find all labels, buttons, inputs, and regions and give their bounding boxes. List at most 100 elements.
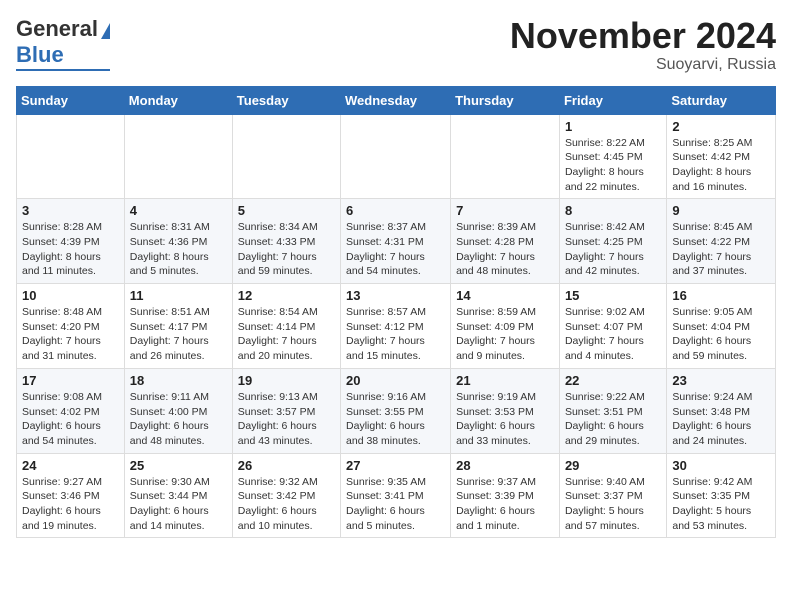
day-number: 28	[456, 458, 554, 473]
day-number: 20	[346, 373, 445, 388]
calendar-cell	[451, 114, 560, 199]
calendar-cell: 30 Sunrise: 9:42 AMSunset: 3:35 PMDayligh…	[667, 453, 776, 538]
cell-info: Sunrise: 9:35 AMSunset: 3:41 PMDaylight:…	[346, 475, 445, 534]
cell-info: Sunrise: 8:57 AMSunset: 4:12 PMDaylight:…	[346, 305, 445, 364]
cell-info: Sunrise: 8:48 AMSunset: 4:20 PMDaylight:…	[22, 305, 119, 364]
calendar-week-row: 17Sunrise: 9:08 AMSunset: 4:02 PMDayligh…	[17, 368, 776, 453]
calendar-cell: 26 Sunrise: 9:32 AMSunset: 3:42 PMDayligh…	[232, 453, 340, 538]
logo: General Blue	[16, 16, 110, 71]
calendar-subtitle: Suoyarvi, Russia	[510, 56, 776, 74]
cell-info: Sunrise: 9:27 AMSunset: 3:46 PMDaylight:…	[22, 475, 119, 534]
title-section: November 2024 Suoyarvi, Russia	[510, 16, 776, 74]
weekday-header-tuesday: Tuesday	[232, 86, 340, 114]
cell-info: Sunrise: 8:39 AMSunset: 4:28 PMDaylight:…	[456, 220, 554, 279]
day-number: 27	[346, 458, 445, 473]
day-number: 23	[672, 373, 770, 388]
cell-info: Sunrise: 9:02 AMSunset: 4:07 PMDaylight:…	[565, 305, 661, 364]
calendar-cell: 20 Sunrise: 9:16 AMSunset: 3:55 PMDayligh…	[341, 368, 451, 453]
day-number: 3	[22, 203, 119, 218]
calendar-cell: 9 Sunrise: 8:45 AMSunset: 4:22 PMDaylight…	[667, 199, 776, 284]
day-number: 7	[456, 203, 554, 218]
weekday-header-saturday: Saturday	[667, 86, 776, 114]
cell-info: Sunrise: 9:30 AMSunset: 3:44 PMDaylight:…	[130, 475, 227, 534]
day-number: 6	[346, 203, 445, 218]
cell-info: Sunrise: 8:59 AMSunset: 4:09 PMDaylight:…	[456, 305, 554, 364]
calendar-cell: 10 Sunrise: 8:48 AMSunset: 4:20 PMDayligh…	[17, 284, 125, 369]
calendar-week-row: 1Sunrise: 8:22 AMSunset: 4:45 PMDaylight…	[17, 114, 776, 199]
calendar-title: November 2024	[510, 16, 776, 56]
calendar-cell: 17Sunrise: 9:08 AMSunset: 4:02 PMDayligh…	[17, 368, 125, 453]
weekday-header-thursday: Thursday	[451, 86, 560, 114]
calendar-cell: 25 Sunrise: 9:30 AMSunset: 3:44 PMDayligh…	[124, 453, 232, 538]
cell-info: Sunrise: 9:05 AMSunset: 4:04 PMDaylight:…	[672, 305, 770, 364]
day-number: 17	[22, 373, 119, 388]
day-number: 14	[456, 288, 554, 303]
cell-info: Sunrise: 8:34 AMSunset: 4:33 PMDaylight:…	[238, 220, 335, 279]
day-number: 22	[565, 373, 661, 388]
day-number: 1	[565, 119, 661, 134]
calendar-cell: 11Sunrise: 8:51 AMSunset: 4:17 PMDayligh…	[124, 284, 232, 369]
calendar-cell: 8Sunrise: 8:42 AMSunset: 4:25 PMDaylight…	[559, 199, 666, 284]
cell-info: Sunrise: 8:54 AMSunset: 4:14 PMDaylight:…	[238, 305, 335, 364]
day-number: 12	[238, 288, 335, 303]
calendar-cell: 15 Sunrise: 9:02 AMSunset: 4:07 PMDayligh…	[559, 284, 666, 369]
calendar-cell	[341, 114, 451, 199]
cell-info: Sunrise: 8:28 AMSunset: 4:39 PMDaylight:…	[22, 220, 119, 279]
calendar-cell: 12 Sunrise: 8:54 AMSunset: 4:14 PMDayligh…	[232, 284, 340, 369]
day-number: 15	[565, 288, 661, 303]
calendar-cell: 5 Sunrise: 8:34 AMSunset: 4:33 PMDaylight…	[232, 199, 340, 284]
calendar-cell: 19 Sunrise: 9:13 AMSunset: 3:57 PMDayligh…	[232, 368, 340, 453]
calendar-cell: 22 Sunrise: 9:22 AMSunset: 3:51 PMDayligh…	[559, 368, 666, 453]
calendar-cell: 4Sunrise: 8:31 AMSunset: 4:36 PMDaylight…	[124, 199, 232, 284]
weekday-header-row: SundayMondayTuesdayWednesdayThursdayFrid…	[17, 86, 776, 114]
cell-info: Sunrise: 9:13 AMSunset: 3:57 PMDaylight:…	[238, 390, 335, 449]
weekday-header-wednesday: Wednesday	[341, 86, 451, 114]
calendar-cell: 18Sunrise: 9:11 AMSunset: 4:00 PMDayligh…	[124, 368, 232, 453]
day-number: 30	[672, 458, 770, 473]
cell-info: Sunrise: 9:32 AMSunset: 3:42 PMDaylight:…	[238, 475, 335, 534]
calendar-cell: 21 Sunrise: 9:19 AMSunset: 3:53 PMDayligh…	[451, 368, 560, 453]
day-number: 25	[130, 458, 227, 473]
day-number: 21	[456, 373, 554, 388]
logo-underline	[16, 69, 110, 71]
day-number: 19	[238, 373, 335, 388]
day-number: 4	[130, 203, 227, 218]
day-number: 13	[346, 288, 445, 303]
calendar-cell: 7 Sunrise: 8:39 AMSunset: 4:28 PMDaylight…	[451, 199, 560, 284]
calendar-cell: 27 Sunrise: 9:35 AMSunset: 3:41 PMDayligh…	[341, 453, 451, 538]
day-number: 16	[672, 288, 770, 303]
day-number: 24	[22, 458, 119, 473]
cell-info: Sunrise: 9:22 AMSunset: 3:51 PMDaylight:…	[565, 390, 661, 449]
day-number: 26	[238, 458, 335, 473]
cell-info: Sunrise: 9:42 AMSunset: 3:35 PMDaylight:…	[672, 475, 770, 534]
day-number: 8	[565, 203, 661, 218]
logo-text-blue: Blue	[16, 42, 64, 68]
cell-info: Sunrise: 8:37 AMSunset: 4:31 PMDaylight:…	[346, 220, 445, 279]
calendar-cell: 3 Sunrise: 8:28 AMSunset: 4:39 PMDaylight…	[17, 199, 125, 284]
calendar-week-row: 10 Sunrise: 8:48 AMSunset: 4:20 PMDayligh…	[17, 284, 776, 369]
day-number: 29	[565, 458, 661, 473]
calendar-cell: 16 Sunrise: 9:05 AMSunset: 4:04 PMDayligh…	[667, 284, 776, 369]
calendar-cell: 1Sunrise: 8:22 AMSunset: 4:45 PMDaylight…	[559, 114, 666, 199]
calendar-cell: 28Sunrise: 9:37 AMSunset: 3:39 PMDayligh…	[451, 453, 560, 538]
calendar-cell: 24 Sunrise: 9:27 AMSunset: 3:46 PMDayligh…	[17, 453, 125, 538]
calendar-cell: 6 Sunrise: 8:37 AMSunset: 4:31 PMDaylight…	[341, 199, 451, 284]
weekday-header-friday: Friday	[559, 86, 666, 114]
calendar-cell: 13 Sunrise: 8:57 AMSunset: 4:12 PMDayligh…	[341, 284, 451, 369]
calendar-week-row: 24 Sunrise: 9:27 AMSunset: 3:46 PMDayligh…	[17, 453, 776, 538]
day-number: 2	[672, 119, 770, 134]
calendar-cell: 29Sunrise: 9:40 AMSunset: 3:37 PMDayligh…	[559, 453, 666, 538]
calendar-cell: 2Sunrise: 8:25 AMSunset: 4:42 PMDaylight…	[667, 114, 776, 199]
weekday-header-sunday: Sunday	[17, 86, 125, 114]
cell-info: Sunrise: 9:16 AMSunset: 3:55 PMDaylight:…	[346, 390, 445, 449]
calendar-table: SundayMondayTuesdayWednesdayThursdayFrid…	[16, 86, 776, 539]
day-number: 11	[130, 288, 227, 303]
day-number: 9	[672, 203, 770, 218]
day-number: 5	[238, 203, 335, 218]
cell-info: Sunrise: 9:19 AMSunset: 3:53 PMDaylight:…	[456, 390, 554, 449]
cell-info: Sunrise: 8:45 AMSunset: 4:22 PMDaylight:…	[672, 220, 770, 279]
day-number: 18	[130, 373, 227, 388]
weekday-header-monday: Monday	[124, 86, 232, 114]
logo-text-general: General	[16, 16, 98, 42]
day-number: 10	[22, 288, 119, 303]
